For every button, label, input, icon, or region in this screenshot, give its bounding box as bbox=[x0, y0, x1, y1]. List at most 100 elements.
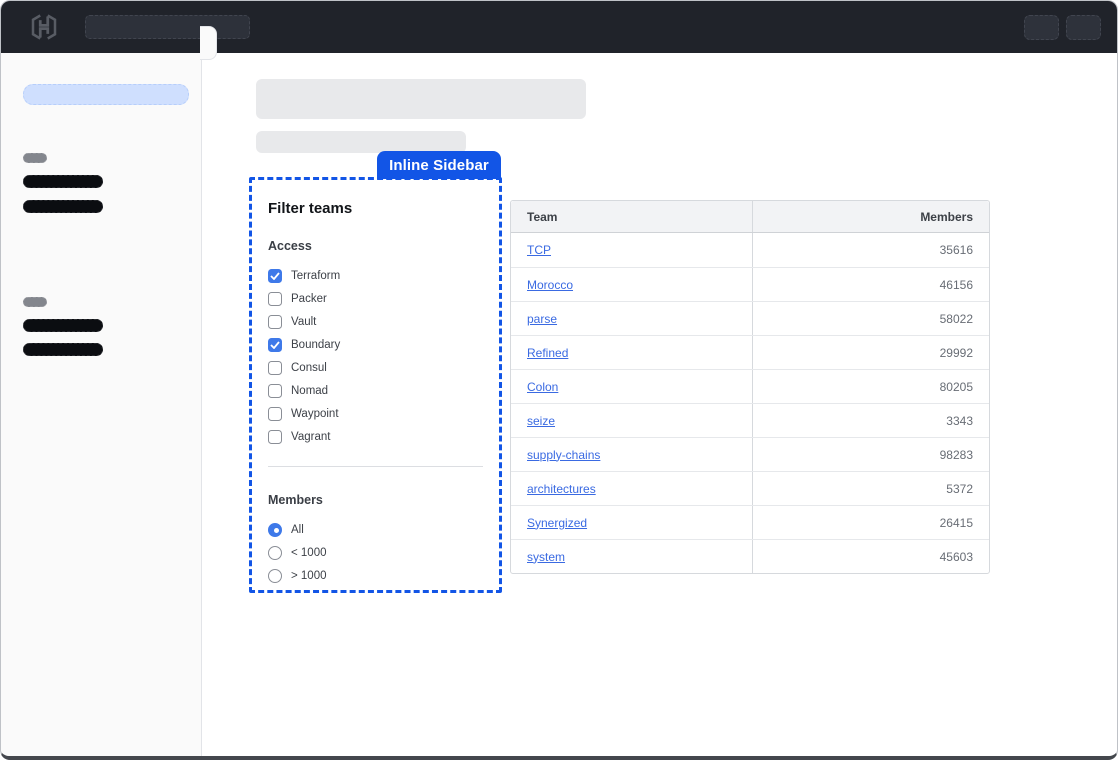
checkbox[interactable] bbox=[268, 315, 282, 329]
members-value: 58022 bbox=[940, 312, 973, 326]
team-link[interactable]: Refined bbox=[527, 346, 568, 360]
checkbox[interactable] bbox=[268, 292, 282, 306]
table-header-members: Members bbox=[753, 201, 989, 232]
radio-label: > 1000 bbox=[291, 570, 327, 582]
access-checkbox-row[interactable]: Terraform bbox=[268, 264, 483, 287]
team-cell: seize bbox=[511, 404, 753, 437]
team-cell: Morocco bbox=[511, 268, 753, 301]
checkbox[interactable] bbox=[268, 384, 282, 398]
team-link[interactable]: system bbox=[527, 550, 565, 564]
checkbox[interactable] bbox=[268, 430, 282, 444]
members-cell: 45603 bbox=[753, 540, 989, 573]
sidebar-item-skeleton[interactable] bbox=[23, 343, 103, 356]
radio-button[interactable] bbox=[268, 546, 282, 560]
hashicorp-logo-icon bbox=[29, 12, 59, 42]
checkbox-label: Vagrant bbox=[291, 431, 330, 443]
navbar-search-skeleton[interactable] bbox=[85, 15, 250, 39]
team-cell: TCP bbox=[511, 233, 753, 267]
section-divider bbox=[268, 466, 483, 467]
access-checkbox-row[interactable]: Nomad bbox=[268, 379, 483, 402]
members-cell: 80205 bbox=[753, 370, 989, 403]
team-cell: Refined bbox=[511, 336, 753, 369]
team-link[interactable]: seize bbox=[527, 414, 555, 428]
radio-button[interactable] bbox=[268, 523, 282, 537]
members-value: 29992 bbox=[940, 346, 973, 360]
access-checkbox-row[interactable]: Packer bbox=[268, 287, 483, 310]
members-value: 80205 bbox=[940, 380, 973, 394]
table-row: Morocco 46156 bbox=[511, 267, 989, 301]
checkbox[interactable] bbox=[268, 338, 282, 352]
table-row: seize 3343 bbox=[511, 403, 989, 437]
sidebar-section-label-skeleton bbox=[23, 297, 47, 307]
team-cell: parse bbox=[511, 302, 753, 335]
members-radio-row[interactable]: All bbox=[268, 518, 483, 541]
team-link[interactable]: Colon bbox=[527, 380, 558, 394]
team-cell: architectures bbox=[511, 472, 753, 505]
members-cell: 35616 bbox=[753, 233, 989, 267]
navbar-actions bbox=[1024, 15, 1101, 40]
team-link[interactable]: Morocco bbox=[527, 278, 573, 292]
members-cell: 58022 bbox=[753, 302, 989, 335]
team-link[interactable]: parse bbox=[527, 312, 557, 326]
access-checkbox-row[interactable]: Consul bbox=[268, 356, 483, 379]
sidebar-active-item-skeleton[interactable] bbox=[23, 84, 189, 105]
members-cell: 3343 bbox=[753, 404, 989, 437]
table-row: Refined 29992 bbox=[511, 335, 989, 369]
members-value: 3343 bbox=[946, 414, 973, 428]
members-value: 98283 bbox=[940, 448, 973, 462]
access-checkbox-row[interactable]: Vault bbox=[268, 310, 483, 333]
radio-label: All bbox=[291, 524, 304, 536]
table-row: system 45603 bbox=[511, 539, 989, 573]
members-value: 35616 bbox=[940, 243, 973, 257]
sidebar-section-label-skeleton bbox=[23, 153, 47, 163]
check-icon bbox=[270, 272, 280, 280]
sidebar-item-skeleton[interactable] bbox=[23, 319, 103, 332]
top-navbar bbox=[1, 1, 1117, 53]
members-cell: 26415 bbox=[753, 506, 989, 539]
main-content: Inline Sidebar Filter teams Access Terra… bbox=[202, 53, 1117, 756]
checkbox[interactable] bbox=[268, 361, 282, 375]
table-row: architectures 5372 bbox=[511, 471, 989, 505]
page-subtitle-skeleton bbox=[256, 131, 466, 153]
filter-panel-title: Filter teams bbox=[268, 200, 483, 217]
members-section: Members All < 1000 bbox=[268, 493, 483, 587]
team-link[interactable]: architectures bbox=[527, 482, 596, 496]
team-link[interactable]: supply-chains bbox=[527, 448, 600, 462]
radio-button[interactable] bbox=[268, 569, 282, 583]
checkbox-label: Terraform bbox=[291, 270, 340, 282]
radio-label: < 1000 bbox=[291, 547, 327, 559]
members-cell: 46156 bbox=[753, 268, 989, 301]
team-cell: Synergized bbox=[511, 506, 753, 539]
team-link[interactable]: Synergized bbox=[527, 516, 587, 530]
sidebar-toggle-handle[interactable] bbox=[200, 26, 217, 60]
access-section-label: Access bbox=[268, 239, 483, 253]
access-checkbox-row[interactable]: Waypoint bbox=[268, 402, 483, 425]
checkbox-label: Nomad bbox=[291, 385, 328, 397]
members-value: 45603 bbox=[940, 550, 973, 564]
access-checkbox-row[interactable]: Vagrant bbox=[268, 425, 483, 448]
access-checkbox-row[interactable]: Boundary bbox=[268, 333, 483, 356]
team-cell: supply-chains bbox=[511, 438, 753, 471]
checkbox[interactable] bbox=[268, 407, 282, 421]
table-row: parse 58022 bbox=[511, 301, 989, 335]
page-title-skeleton bbox=[256, 79, 586, 119]
sidebar-item-skeleton[interactable] bbox=[23, 200, 103, 213]
members-cell: 5372 bbox=[753, 472, 989, 505]
members-value: 26415 bbox=[940, 516, 973, 530]
sidebar-item-skeleton[interactable] bbox=[23, 175, 103, 188]
checkbox[interactable] bbox=[268, 269, 282, 283]
table-row: Synergized 26415 bbox=[511, 505, 989, 539]
navbar-action-skeleton[interactable] bbox=[1066, 15, 1101, 40]
members-radio-row[interactable]: < 1000 bbox=[268, 541, 483, 564]
members-radio-row[interactable]: > 1000 bbox=[268, 564, 483, 587]
members-section-label: Members bbox=[268, 493, 483, 507]
checkbox-label: Waypoint bbox=[291, 408, 339, 420]
team-link[interactable]: TCP bbox=[527, 243, 551, 257]
navbar-action-skeleton[interactable] bbox=[1024, 15, 1059, 40]
check-icon bbox=[270, 341, 280, 349]
teams-table: Team Members TCP 35616 bbox=[510, 200, 990, 574]
table-row: supply-chains 98283 bbox=[511, 437, 989, 471]
table-row: TCP 35616 bbox=[511, 233, 989, 267]
team-cell: Colon bbox=[511, 370, 753, 403]
filter-panel: Filter teams Access Terraform Pack bbox=[249, 177, 502, 593]
